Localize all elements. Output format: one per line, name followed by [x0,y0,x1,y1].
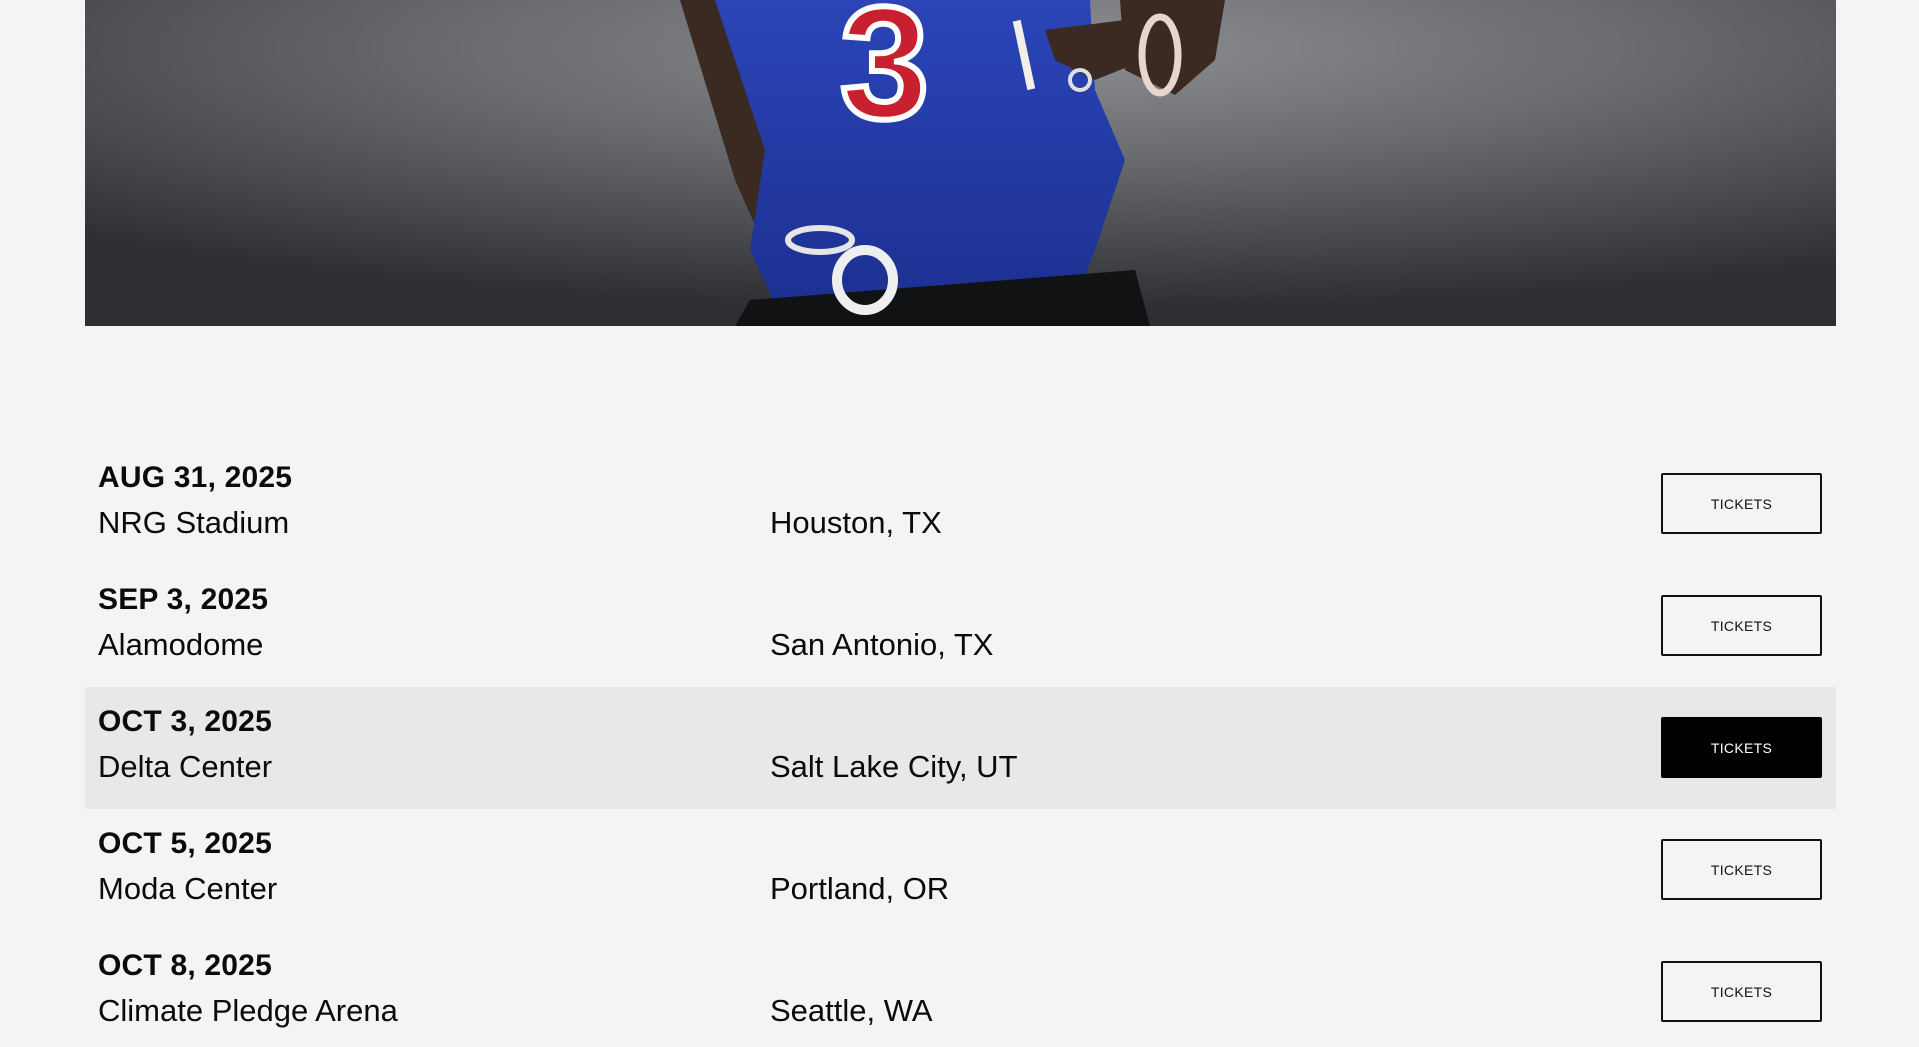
tour-date-row: OCT 8, 2025 Climate Pledge Arena Seattle… [85,931,1836,1047]
event-venue: Climate Pledge Arena [98,993,398,1028]
hero-artist-image: 3 [85,0,1836,326]
event-date: OCT 8, 2025 [98,949,272,982]
tour-dates-list: AUG 31, 2025 NRG Stadium Houston, TX TIC… [85,443,1836,1047]
event-city: Salt Lake City, UT [770,749,1018,784]
page: 3 AUG 31, 2025 NRG Stadium Houston, TX T… [0,0,1919,1047]
tickets-button[interactable]: TICKETS [1661,717,1822,778]
event-venue: NRG Stadium [98,505,290,540]
hero-photo: 3 [85,0,1836,326]
event-venue: Alamodome [98,627,264,662]
tour-date-row: SEP 3, 2025 Alamodome San Antonio, TX TI… [85,565,1836,687]
event-date: AUG 31, 2025 [98,461,293,494]
tour-date-row: OCT 5, 2025 Moda Center Portland, OR TIC… [85,809,1836,931]
event-date: OCT 5, 2025 [98,827,272,860]
event-date: OCT 3, 2025 [98,705,272,738]
event-venue: Delta Center [98,749,273,784]
event-date: SEP 3, 2025 [98,583,269,616]
event-city: San Antonio, TX [770,627,994,662]
tickets-button[interactable]: TICKETS [1661,961,1822,1022]
event-venue: Moda Center [98,871,278,906]
tour-date-row: AUG 31, 2025 NRG Stadium Houston, TX TIC… [85,443,1836,565]
tickets-button[interactable]: TICKETS [1661,595,1822,656]
event-city: Portland, OR [770,871,950,906]
tickets-button[interactable]: TICKETS [1661,839,1822,900]
tickets-button[interactable]: TICKETS [1661,473,1822,534]
jersey-number: 3 [840,0,929,152]
event-city: Seattle, WA [770,993,933,1028]
event-city: Houston, TX [770,505,942,540]
tour-date-row-hovered: OCT 3, 2025 Delta Center Salt Lake City,… [85,687,1836,809]
